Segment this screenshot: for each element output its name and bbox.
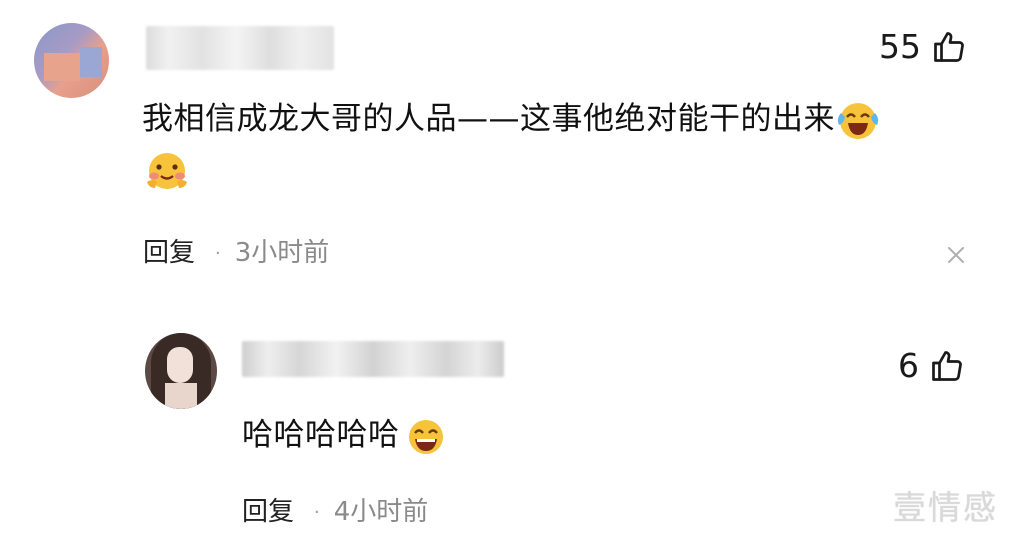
comment-text-line: 我相信成龙大哥的人品——这事他绝对能干的出来 [142,97,881,143]
reply-meta: 回复 · 4小时前 [242,496,428,529]
comment-like-count: 55 [879,27,921,66]
reply-avatar[interactable] [145,333,217,409]
comment-avatar[interactable] [34,23,109,98]
reply-username-redacted[interactable] [242,341,504,377]
thumbs-up-icon [934,32,964,62]
comment-text: 我相信成龙大哥的人品——这事他绝对能干的出来 [142,101,835,137]
thumbs-up-icon [932,351,962,381]
reply-timestamp: 4小时前 [333,497,429,527]
comment-reply-button[interactable]: 回复 [143,238,195,268]
reply-text: 哈哈哈哈哈 [242,417,400,453]
grin-emoji [408,419,443,454]
comment-username-redacted[interactable] [146,26,334,70]
meta-separator: · [314,501,320,523]
reply-reply-button[interactable]: 回复 [242,497,294,527]
comment-timestamp: 3小时前 [234,238,330,268]
meta-separator: · [215,242,221,264]
blush-emoji [147,153,187,189]
comment-like-button[interactable]: 55 [879,27,967,67]
reply-like-count: 6 [898,346,919,385]
reply-text-line: 哈哈哈哈哈 [242,413,448,458]
comment-emoji-line [143,148,191,198]
comment-meta: 回复 · 3小时前 [143,237,329,270]
laugh-cry-emoji [837,102,879,139]
reply-like-button[interactable]: 6 [898,346,965,386]
watermark: 壹情感 [893,488,998,527]
close-icon[interactable] [945,244,967,266]
